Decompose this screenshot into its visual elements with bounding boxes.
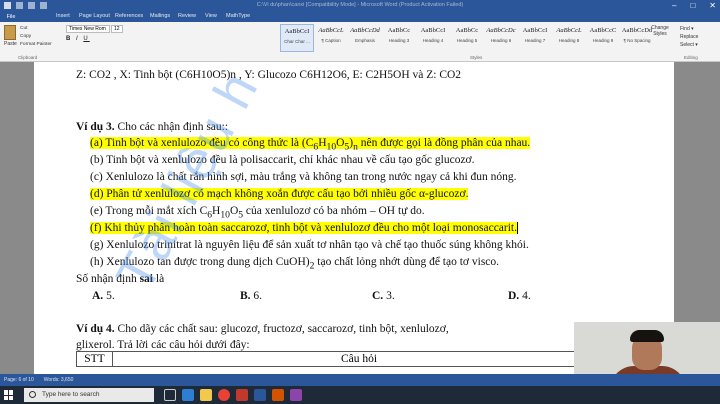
clipboard-items: Cut Copy Format Painter [20,25,52,49]
word-count[interactable]: Words: 3,650 [44,377,74,383]
editing-group-label: Editing [684,55,698,60]
style-heading-9[interactable]: AaBbCcC Heading 9 [586,24,620,52]
styles-gallery: AaBbCcI Char Char ... AaBbCcL ¶ Caption Aa… [280,24,654,52]
copy-button[interactable]: Copy [20,33,52,41]
styles-group-label: Styles [470,55,483,60]
table-header-question: Câu hỏi [340,353,378,365]
tab-references[interactable]: References [115,13,143,19]
windows-start-icon[interactable] [4,390,14,400]
style-heading-4[interactable]: AaBbCcI Heading 4 [416,24,450,52]
find-button[interactable]: Find ▾ [680,25,698,33]
text-cursor [517,222,518,235]
paste-button[interactable]: Paste [4,41,17,47]
example-4-line-1: Ví dụ 4. Cho dãy các chất sau: glucozơ, … [76,323,449,335]
font-size-select[interactable]: 12 [111,25,123,33]
table-header-row: STT Câu hỏi [76,351,606,367]
app-icon[interactable] [272,389,284,401]
windows-taskbar: Type here to search [0,386,720,404]
chrome-icon[interactable] [218,389,230,401]
style-char-char[interactable]: AaBbCcI Char Char ... [280,24,314,52]
question-table: STT Câu hỏi [76,351,606,374]
clipboard-group-label: Clipboard [18,55,38,60]
style-heading-7[interactable]: AaBbCcI Heading 7 [518,24,552,52]
ribbon-tabs: File Insert Page Layout References Maili… [0,12,720,22]
style-heading-5[interactable]: AaBbCc Heading 5 [450,24,484,52]
font-format-buttons[interactable]: B I U [66,36,90,42]
page-count[interactable]: Page: 6 of 10 [4,377,34,383]
paste-icon[interactable] [4,25,16,40]
answer-c: C. 3. [372,290,395,302]
tab-file[interactable]: File [0,12,22,22]
answer-d: D. 4. [508,290,531,302]
taskbar-search-input[interactable]: Type here to search [24,388,154,402]
top-line: Z: CO2 , X: Tinh bột (C6H10O5)n , Y: Glu… [76,69,462,81]
format-painter-button[interactable]: Format Painter [20,41,52,49]
red-app-icon[interactable] [236,389,248,401]
replace-button[interactable]: Replace [680,33,698,41]
table-header-stt: STT [77,352,113,366]
ribbon: Paste Cut Copy Format Painter Clipboard … [0,22,720,62]
window-controls: – □ ✕ [672,1,716,10]
style-heading-3[interactable]: AaBbCc Heading 3 [382,24,416,52]
style-emphasis[interactable]: AaBbCcDd Emphasis [348,24,382,52]
answer-b: B. 6. [240,290,263,302]
task-view-icon[interactable] [164,389,176,401]
statement-a: (a) Tinh bột và xenlulozo đều có công th… [90,137,531,153]
editing-group: Find ▾ Replace Select ▾ [680,25,698,49]
tab-insert[interactable]: Insert [56,13,70,19]
tab-mailings[interactable]: Mailings [150,13,170,19]
tab-mathtype[interactable]: MathType [226,13,250,19]
search-icon [29,391,36,398]
tab-page-layout[interactable]: Page Layout [79,13,110,19]
example-4-line-2: glixerol. Trả lời các câu hỏi dưới đây: [76,339,250,351]
style-no-spacing[interactable]: AaBbCcDd ¶ No Spacing [620,24,654,52]
tab-view[interactable]: View [205,13,217,19]
answer-a: A. 5. [92,290,115,302]
title-bar: C:\Vi du\phan\canxi [Compatibility Mode]… [0,0,720,12]
change-styles-button[interactable]: Change Styles [650,25,670,37]
edge-icon[interactable] [182,389,194,401]
style-heading-8[interactable]: AaBbCcL Heading 8 [552,24,586,52]
tab-review[interactable]: Review [178,13,196,19]
cut-button[interactable]: Cut [20,25,52,33]
status-bar: Page: 6 of 10 Words: 3,650 [0,374,720,386]
player-icon[interactable] [290,389,302,401]
close-icon[interactable]: ✕ [709,1,716,10]
file-explorer-icon[interactable] [200,389,212,401]
taskbar-icons [164,389,302,401]
window-title: C:\Vi du\phan\canxi [Compatibility Mode]… [256,2,464,8]
style-caption[interactable]: AaBbCcL ¶ Caption [314,24,348,52]
statement-b: (b) Tinh bột và xenlulozo đều là polisac… [90,154,475,166]
select-button[interactable]: Select ▾ [680,41,698,49]
minimize-icon[interactable]: – [672,1,676,10]
maximize-icon[interactable]: □ [690,1,695,10]
font-name-select[interactable]: Times New Rom [66,25,110,33]
word-icon[interactable] [254,389,266,401]
style-heading-6[interactable]: AaBbCcDc Heading 6 [484,24,518,52]
